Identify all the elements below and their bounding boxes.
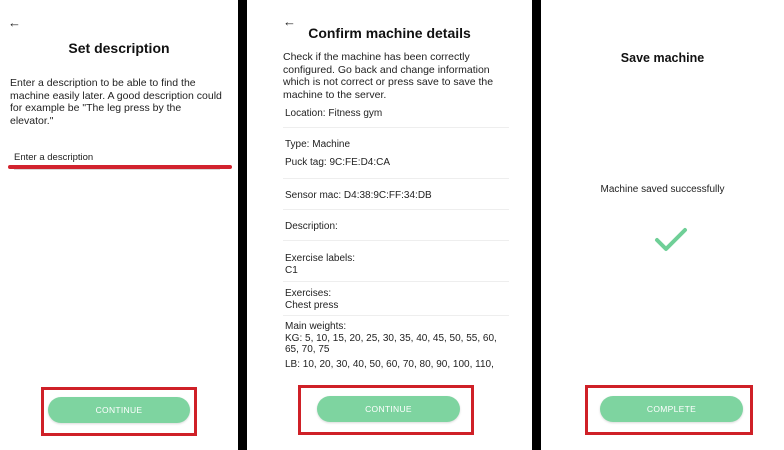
highlight-underline [8,165,232,169]
location-field: Location: Fitness gym [285,108,383,119]
exercise-labels-value: C1 [285,265,298,276]
kg-weights-value: KG: 5, 10, 15, 20, 25, 30, 35, 40, 45, 5… [285,333,497,355]
lb-weights-value: LB: 10, 20, 30, 40, 50, 60, 70, 80, 90, … [285,359,494,370]
page-title: Confirm machine details [308,25,471,41]
confirm-details-screen: ← Confirm machine details Check if the m… [247,0,532,450]
continue-button[interactable]: CONTINUE [317,396,460,422]
type-field: Type: Machine [285,139,351,150]
complete-button[interactable]: COMPLETE [600,396,743,422]
screenshot-collage: ← Set description Enter a description to… [0,0,784,450]
divider [283,209,509,210]
divider [283,240,509,241]
continue-button[interactable]: CONTINUE [48,397,190,423]
divider [283,315,509,316]
success-message: Machine saved successfully [600,184,725,195]
instructions-text: Enter a description to be able to find t… [10,77,222,127]
exercise-labels-heading: Exercise labels: [285,253,356,264]
divider [283,127,509,128]
save-machine-screen: Save machine Machine saved successfully … [541,0,784,450]
description-field: Description: [285,221,338,232]
puck-tag-field: Puck tag: 9C:FE:D4:CA [285,157,391,168]
divider [283,178,509,179]
back-arrow-icon[interactable]: ← [8,16,21,29]
intro-text: Check if the machine has been correctly … [283,51,494,101]
divider [283,281,509,282]
page-title: Save machine [620,51,705,65]
checkmark-icon [655,228,687,251]
main-weights-heading: Main weights: [285,321,347,332]
page-title: Set description [68,40,170,56]
exercises-value: Chest press [285,300,339,311]
set-description-screen: ← Set description Enter a description to… [0,0,238,450]
exercises-heading: Exercises: [285,288,332,299]
sensor-mac-field: Sensor mac: D4:38:9C:FF:34:DB [285,190,432,201]
